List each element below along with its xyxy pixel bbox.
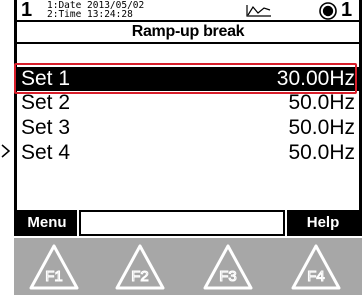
f4-label: F4	[307, 268, 325, 285]
list-item-set-3[interactable]: Set 3 50.0Hz	[17, 116, 359, 140]
screen-title: Ramp-up break	[17, 22, 359, 44]
record-icon	[319, 2, 337, 20]
f2-label: F2	[131, 268, 149, 285]
function-key-panel: F1 F2 F3 F4	[14, 238, 362, 295]
control-panel: 1 1:Date 2013/05/02 2:Time 13:24:28 1 Ra…	[0, 0, 362, 295]
f2-key[interactable]: F2	[114, 242, 166, 292]
blank-softkey	[79, 210, 285, 236]
trend-icon	[246, 5, 271, 17]
list-item-set-4[interactable]: Set 4 50.0Hz	[17, 141, 359, 165]
help-softkey[interactable]: Help	[287, 210, 359, 236]
row-value: 50.0Hz	[288, 116, 355, 139]
row-label: Set 4	[21, 141, 71, 164]
time-readout: 2:Time 13:24:28	[47, 9, 133, 20]
arrow-right-icon	[1, 144, 11, 158]
list-item-set-2[interactable]: Set 2 50.0Hz	[17, 91, 359, 115]
selection-highlight-frame	[14, 63, 357, 94]
menu-softkey[interactable]: Menu	[17, 210, 77, 236]
row-label: Set 2	[21, 91, 71, 114]
status-bar: 1 1:Date 2013/05/02 2:Time 13:24:28 1	[17, 0, 359, 22]
row-value: 50.0Hz	[288, 141, 355, 164]
f3-key[interactable]: F3	[202, 242, 254, 292]
node-number: 1	[21, 0, 33, 21]
lcd-screen: 1 1:Date 2013/05/02 2:Time 13:24:28 1 Ra…	[14, 0, 362, 236]
node-number-right: 1	[341, 0, 353, 21]
f1-label: F1	[45, 268, 63, 285]
f4-key[interactable]: F4	[290, 242, 342, 292]
row-value: 50.0Hz	[288, 91, 355, 114]
softkey-bar: Menu Help	[17, 206, 359, 236]
row-label: Set 3	[21, 116, 71, 139]
f1-key[interactable]: F1	[28, 242, 80, 292]
f3-label: F3	[219, 268, 237, 285]
